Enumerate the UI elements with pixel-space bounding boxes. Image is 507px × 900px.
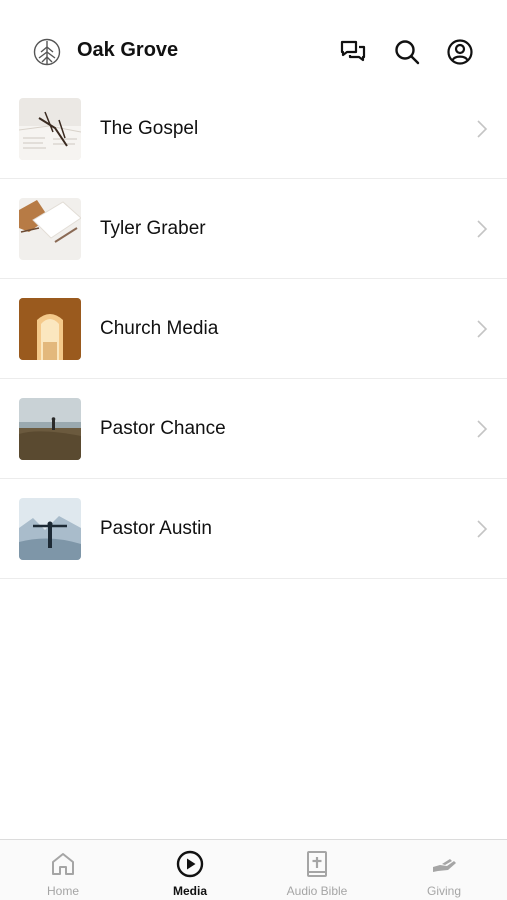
- header: Oak Grove: [0, 0, 507, 90]
- chevron-right-icon: [476, 319, 488, 339]
- app-title: Oak Grove: [77, 39, 179, 61]
- list-item-label: Pastor Chance: [100, 418, 226, 439]
- person-on-hill-thumbnail: [19, 398, 81, 460]
- tab-label: Giving: [426, 884, 461, 898]
- tab-label: Media: [172, 884, 207, 898]
- open-book-glasses-thumbnail: [19, 98, 81, 160]
- list-item-label: Pastor Austin: [100, 518, 212, 539]
- list-item[interactable]: Tyler Graber: [0, 179, 507, 279]
- tab-label: Home: [46, 884, 79, 898]
- list-item-label: The Gospel: [100, 118, 199, 139]
- giving-hand-icon: [430, 850, 458, 878]
- empty-tomb-thumbnail: [19, 298, 81, 360]
- list-item-label: Church Media: [100, 318, 219, 339]
- media-list: The Gospel Tyler Graber Church Media Pas…: [0, 79, 507, 579]
- list-item[interactable]: Pastor Austin: [0, 479, 507, 579]
- chevron-right-icon: [476, 519, 488, 539]
- home-icon: [49, 850, 77, 878]
- person-arms-outstretched-thumbnail: [19, 498, 81, 560]
- profile-icon[interactable]: [446, 38, 474, 66]
- tab-giving[interactable]: Giving: [381, 840, 507, 900]
- search-icon[interactable]: [393, 38, 421, 66]
- chevron-right-icon: [476, 219, 488, 239]
- list-item[interactable]: Pastor Chance: [0, 379, 507, 479]
- chevron-right-icon: [476, 119, 488, 139]
- bottom-tab-bar: Home Media Audio Bible Giving: [0, 839, 507, 900]
- notebook-pen-thumbnail: [19, 198, 81, 260]
- list-item[interactable]: Church Media: [0, 279, 507, 379]
- list-item[interactable]: The Gospel: [0, 79, 507, 179]
- play-circle-icon: [176, 850, 204, 878]
- bible-icon: [303, 850, 331, 878]
- chat-bubbles-icon[interactable]: [339, 38, 367, 66]
- tree-logo-icon[interactable]: [33, 38, 61, 66]
- tab-home[interactable]: Home: [0, 840, 126, 900]
- app-screen: Oak Grove The Gospel Tyler Graber Church…: [0, 0, 507, 900]
- tab-audio-bible[interactable]: Audio Bible: [254, 840, 380, 900]
- tab-media[interactable]: Media: [127, 840, 253, 900]
- list-item-label: Tyler Graber: [100, 218, 206, 239]
- tab-label: Audio Bible: [286, 884, 348, 898]
- chevron-right-icon: [476, 419, 488, 439]
